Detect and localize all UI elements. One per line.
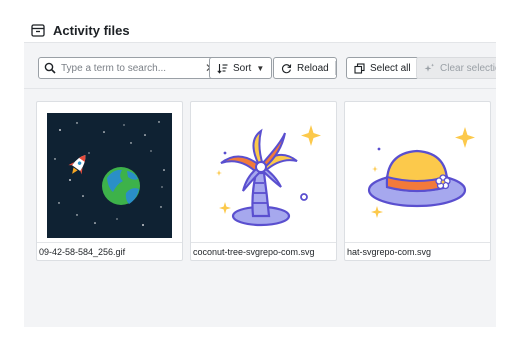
select-all-icon (354, 62, 365, 74)
search-icon (44, 62, 56, 74)
sparkle-icon (424, 63, 435, 72)
reload-label: Reload (297, 62, 329, 74)
sort-icon (217, 63, 228, 74)
select-all-label: Select all (370, 62, 411, 74)
file-card[interactable]: hat-svgrepo-com.svg (344, 101, 491, 261)
page-header: Activity files (31, 21, 130, 39)
sort-button[interactable]: Sort ▼ (209, 57, 273, 79)
search-input[interactable] (61, 62, 191, 74)
toolbar-divider (335, 61, 336, 75)
file-name: coconut-tree-svgrepo-com.svg (191, 242, 336, 260)
page-title: Activity files (53, 22, 130, 38)
search-box: ✕ (38, 57, 222, 79)
file-grid: 09-42-58-584_256.gif coconut-tree-svgrep… (36, 101, 491, 261)
file-name: 09-42-58-584_256.gif (37, 242, 182, 260)
clear-selection-label: Clear selection (440, 62, 496, 74)
reload-icon (281, 63, 292, 73)
file-card[interactable]: 09-42-58-584_256.gif (36, 101, 183, 261)
files-toolbar: ✕ Sort ▼ Reload (24, 43, 496, 89)
sun-hat-image (367, 127, 475, 218)
sort-label: Sort (233, 62, 252, 74)
palm-tree-image (216, 125, 321, 227)
select-all-button[interactable]: Select all (346, 57, 419, 79)
reload-button[interactable]: Reload (273, 57, 337, 79)
file-card[interactable]: coconut-tree-svgrepo-com.svg (190, 101, 337, 261)
rocket-earth-space-image (47, 113, 172, 238)
files-box-icon (31, 24, 45, 37)
files-panel: ✕ Sort ▼ Reload (24, 42, 496, 327)
file-name: hat-svgrepo-com.svg (345, 242, 490, 260)
chevron-down-icon: ▼ (256, 63, 265, 73)
clear-selection-button[interactable]: Clear selection (416, 57, 496, 79)
